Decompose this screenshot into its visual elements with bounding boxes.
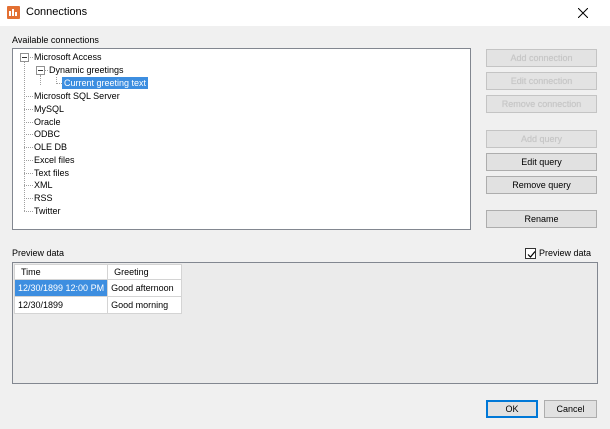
cancel-label: Cancel — [556, 404, 585, 414]
tree-guide-line — [24, 61, 25, 211]
preview-grid: Time Greeting 12/30/1899 12:00 PM Good a… — [13, 264, 183, 314]
tree-guide-line — [24, 122, 33, 123]
column-header-time[interactable]: Time — [13, 264, 109, 280]
tree-guide-line — [40, 75, 41, 85]
collapse-icon[interactable] — [36, 66, 45, 75]
add-connection-label: Add connection — [510, 53, 573, 63]
tree-node-xml[interactable]: XML — [34, 179, 53, 191]
ok-label: OK — [505, 404, 519, 414]
tree-guide-line — [24, 198, 33, 199]
table-row[interactable]: 12/30/1899 12:00 PM Good afternoon — [13, 279, 183, 297]
preview-data-label: Preview data — [12, 248, 65, 258]
table-cell[interactable]: Good morning — [107, 296, 183, 314]
tree-node-excel-files[interactable]: Excel files — [34, 154, 75, 166]
tree-guide-line — [24, 109, 33, 110]
rename-button[interactable]: Rename — [486, 210, 597, 228]
add-query-button[interactable]: Add query — [486, 130, 597, 148]
remove-connection-button[interactable]: Remove connection — [486, 95, 597, 113]
tree-guide-line — [24, 96, 33, 97]
tree-node-text-files[interactable]: Text files — [34, 167, 69, 179]
table-cell[interactable]: 12/30/1899 12:00 PM — [13, 279, 109, 297]
edit-query-label: Edit query — [521, 157, 562, 167]
preview-data-checkbox[interactable] — [525, 248, 536, 259]
table-cell[interactable]: Good afternoon — [107, 279, 183, 297]
remove-connection-label: Remove connection — [501, 99, 582, 109]
tree-node-twitter[interactable]: Twitter — [34, 205, 61, 217]
rename-label: Rename — [524, 214, 559, 224]
tree-guide-line — [24, 134, 33, 135]
edit-query-button[interactable]: Edit query — [486, 153, 597, 171]
tree-node-ole-db[interactable]: OLE DB — [34, 141, 67, 153]
ok-button[interactable]: OK — [486, 400, 538, 418]
preview-data-checkbox-label[interactable]: Preview data — [539, 248, 591, 258]
tree-node-dynamic-greetings[interactable]: Dynamic greetings — [49, 64, 124, 76]
available-connections-label: Available connections — [12, 35, 99, 45]
edit-connection-label: Edit connection — [510, 76, 573, 86]
window-title: Connections — [26, 6, 88, 18]
tree-node-microsoft-access[interactable]: Microsoft Access — [34, 51, 102, 63]
tree-node-microsoft-sql-server[interactable]: Microsoft SQL Server — [34, 90, 120, 102]
tree-node-rss[interactable]: RSS — [34, 192, 53, 204]
edit-connection-button[interactable]: Edit connection — [486, 72, 597, 90]
tree-guide-line — [24, 185, 33, 186]
cancel-button[interactable]: Cancel — [544, 400, 597, 418]
title-bar: Connections — [0, 0, 610, 26]
grid-header-row: Time Greeting — [13, 264, 183, 280]
remove-query-label: Remove query — [512, 180, 571, 190]
remove-query-button[interactable]: Remove query — [486, 176, 597, 194]
collapse-icon[interactable] — [20, 53, 29, 62]
app-icon — [7, 6, 20, 19]
add-connection-button[interactable]: Add connection — [486, 49, 597, 67]
tree-node-mysql[interactable]: MySQL — [34, 103, 64, 115]
tree-guide-line — [24, 160, 33, 161]
tree-node-odbc[interactable]: ODBC — [34, 128, 60, 140]
checkmark-icon — [527, 251, 536, 258]
tree-guide-line — [24, 173, 33, 174]
add-query-label: Add query — [520, 134, 563, 144]
tree-node-current-greeting-text[interactable]: Current greeting text — [62, 77, 149, 89]
connections-tree[interactable]: Microsoft Access Dynamic greetings Curre… — [12, 48, 471, 230]
tree-node-oracle[interactable]: Oracle — [34, 116, 61, 128]
table-row[interactable]: 12/30/1899 Good morning — [13, 296, 183, 314]
table-cell[interactable]: 12/30/1899 — [13, 296, 109, 314]
tree-guide-line — [24, 211, 33, 212]
column-header-greeting[interactable]: Greeting — [107, 264, 183, 280]
close-icon — [578, 8, 588, 18]
tree-guide-line — [24, 147, 33, 148]
close-button[interactable] — [560, 0, 606, 26]
